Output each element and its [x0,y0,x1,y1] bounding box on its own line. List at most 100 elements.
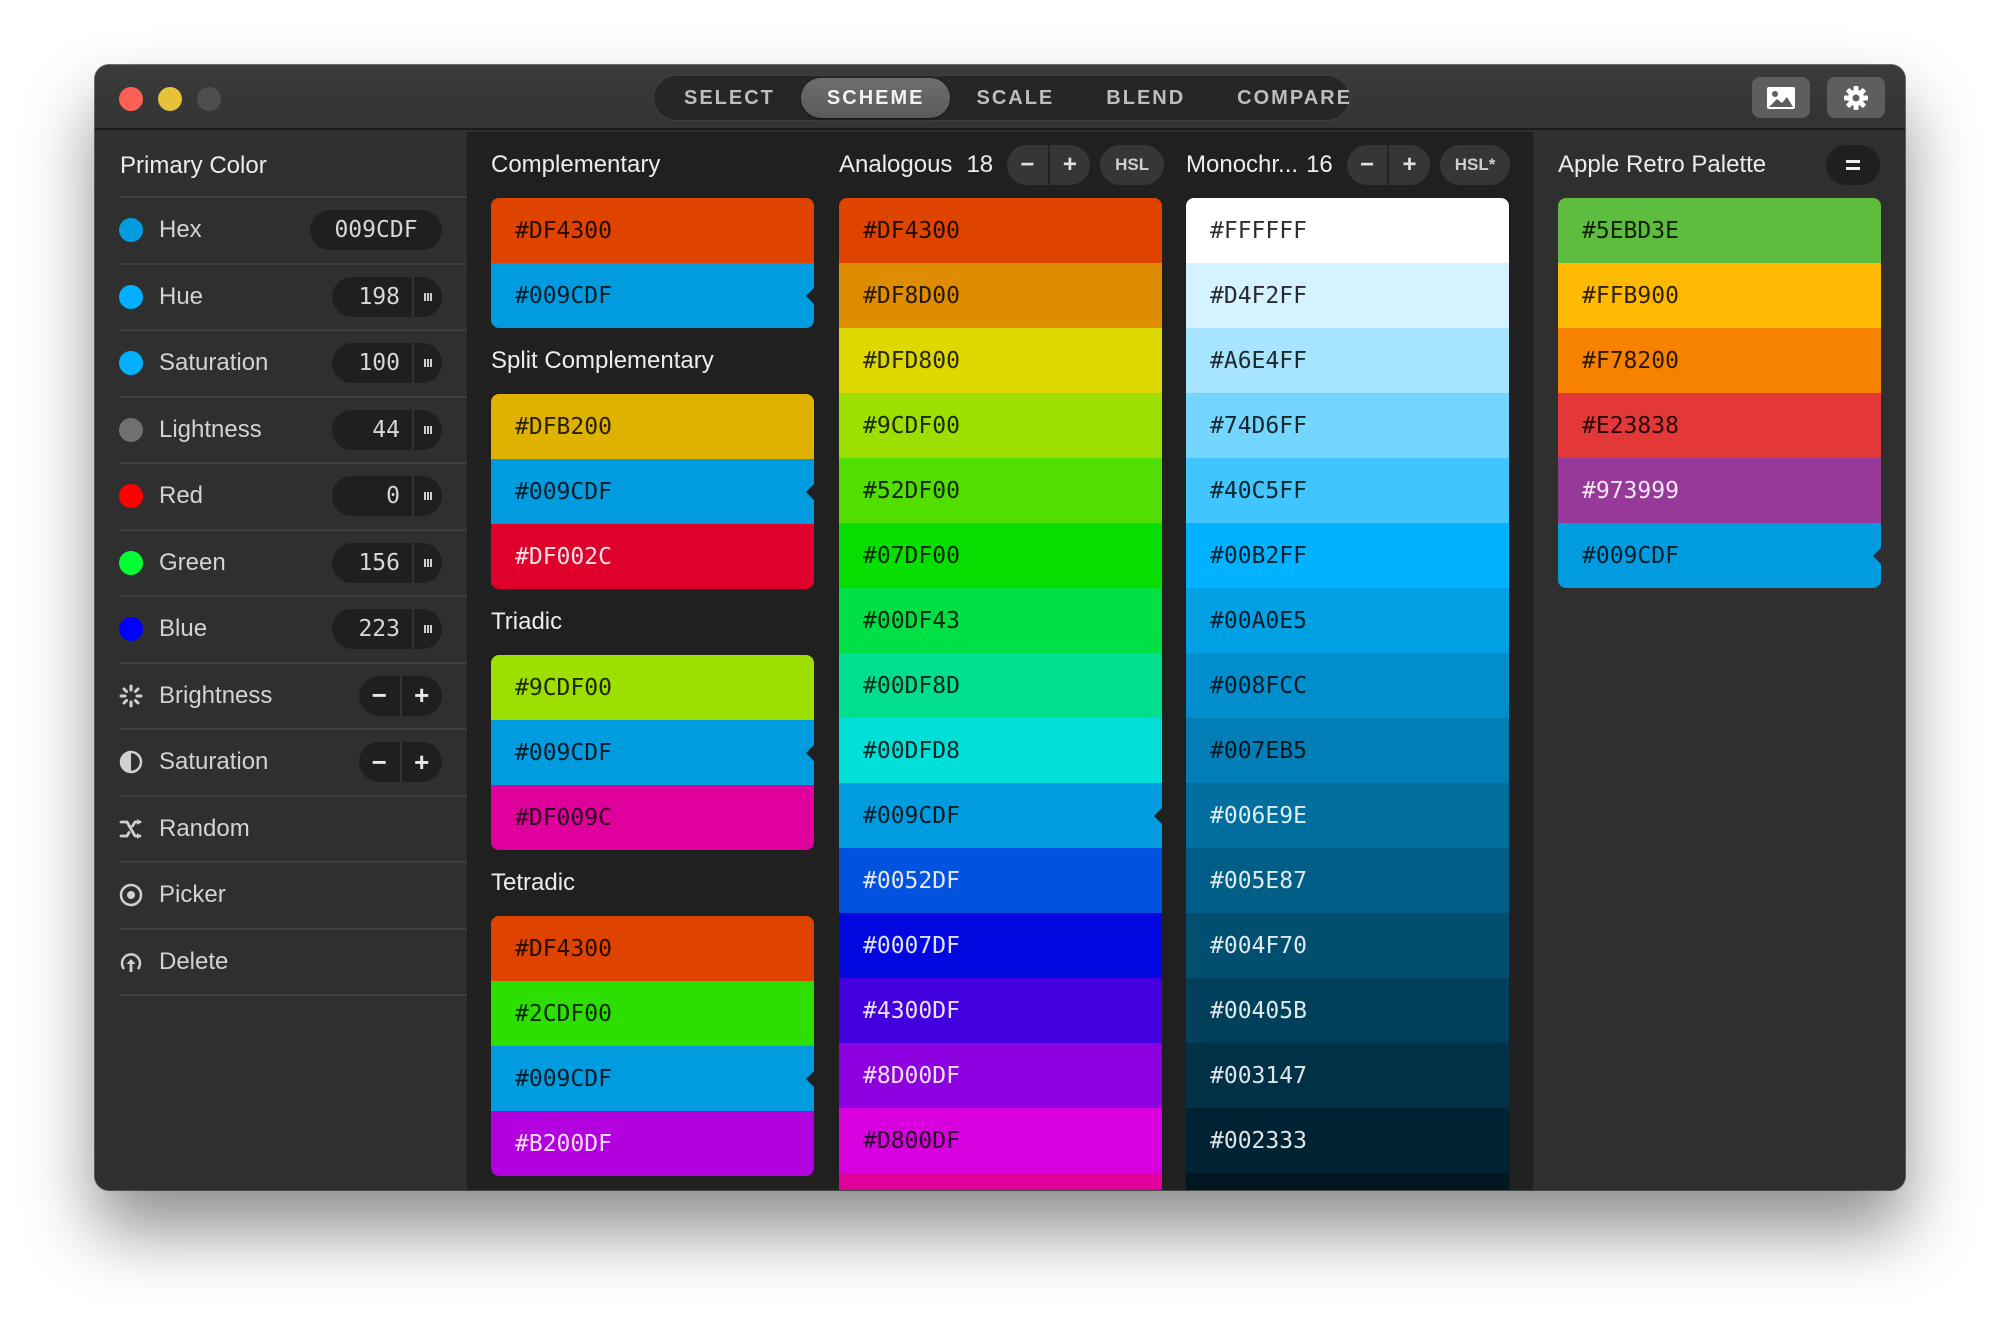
saturation-drag-handle[interactable] [414,343,442,383]
palette-swatch[interactable]: #009CDF [1558,523,1882,588]
hue-drag-handle[interactable] [414,277,442,317]
close-window-button[interactable] [119,87,143,111]
swatch-hex-label: #008FCC [1210,672,1307,699]
swatch-hex-label: #003147 [1210,1062,1307,1089]
monochromatic-swatch[interactable]: #00B2FF [1186,523,1509,588]
monochromatic-swatch[interactable]: #00A0E5 [1186,588,1509,653]
analogous-swatch[interactable]: #DFD800 [839,328,1162,393]
red-drag-handle[interactable] [414,476,442,516]
tetradic-swatch[interactable]: #DF4300 [491,916,814,981]
monochromatic-decrement-button[interactable]: − [1347,145,1388,185]
analogous-swatch[interactable]: #4300DF [839,978,1162,1043]
analogous-swatch[interactable]: #9CDF00 [839,393,1162,458]
tetradic-swatch[interactable]: #B200DF [491,1111,814,1176]
zoom-window-button[interactable] [197,87,221,111]
complementary-swatch[interactable]: #DF4300 [491,198,814,263]
split-complementary-swatch[interactable]: #DFB200 [491,394,814,459]
monochromatic-swatch[interactable]: #D4F2FF [1186,263,1509,328]
tab-select[interactable]: SELECT [658,78,801,118]
analogous-decrement-button[interactable]: − [1007,145,1048,185]
delete-action[interactable]: Delete [119,930,467,996]
swatch-hex-label: #5EBD3E [1582,217,1679,244]
monochromatic-swatch[interactable]: #002333 [1186,1108,1509,1173]
hex-color-dot [119,218,143,243]
minimize-window-button[interactable] [158,87,182,111]
lightness-label: Lightness [159,415,262,443]
saturation-input[interactable]: 100 [332,343,414,383]
swatch-hex-label: #DF4300 [863,217,960,244]
analogous-swatch[interactable]: #00DF43 [839,588,1162,653]
hex-label: Hex [159,216,202,244]
monochromatic-swatch[interactable]: #74D6FF [1186,393,1509,458]
green-drag-handle[interactable] [414,543,442,583]
monochromatic-mode-button[interactable]: HSL* [1439,145,1511,185]
hex-input[interactable]: 009CDF [310,210,442,250]
analogous-swatch[interactable]: #00DFD8 [839,718,1162,783]
palette-swatch[interactable]: #FFB900 [1558,263,1881,328]
palette-swatch[interactable]: #E23838 [1558,393,1881,458]
monochromatic-swatch[interactable] [1186,1173,1509,1190]
settings-button[interactable] [1827,77,1885,118]
tab-compare[interactable]: COMPARE [1211,78,1378,118]
analogous-swatch[interactable]: #00DF8D [839,653,1162,718]
monochromatic-swatch[interactable]: #A6E4FF [1186,328,1509,393]
brightness-icon [119,684,143,708]
monochromatic-swatch[interactable]: #003147 [1186,1043,1509,1108]
monochromatic-swatch[interactable]: #007EB5 [1186,718,1509,783]
tab-scheme[interactable]: SCHEME [800,78,951,118]
analogous-swatch[interactable]: #52DF00 [839,458,1162,523]
monochromatic-swatch[interactable]: #006E9E [1186,783,1509,848]
analogous-swatch[interactable]: #009CDF [839,783,1163,848]
analogous-swatch[interactable]: #07DF00 [839,523,1162,588]
triadic-swatch[interactable]: #9CDF00 [491,655,814,720]
tab-blend[interactable]: BLEND [1080,78,1211,118]
lightness-input[interactable]: 44 [332,409,414,450]
monochromatic-swatch[interactable]: #00405B [1186,978,1509,1043]
monochromatic-swatch[interactable]: #008FCC [1186,653,1509,718]
random-action[interactable]: Random [119,797,467,863]
monochromatic-swatch[interactable]: #005E87 [1186,848,1509,913]
random-label: Random [159,814,250,842]
red-input[interactable]: 0 [332,476,414,516]
analogous-swatch[interactable] [839,1173,1162,1190]
image-button[interactable] [1752,77,1810,118]
tab-scale[interactable]: SCALE [950,78,1080,118]
swatch-hex-label: #52DF00 [863,477,960,504]
analogous-swatch[interactable]: #0052DF [839,848,1162,913]
triadic-swatch[interactable]: #009CDF [491,720,815,785]
triadic-swatch[interactable]: #DF009C [491,785,814,850]
tetradic-swatch[interactable]: #2CDF00 [491,981,814,1046]
tetradic-swatch[interactable]: #009CDF [491,1046,815,1111]
analogous-increment-button[interactable]: + [1047,145,1091,185]
analogous-swatch[interactable]: #DF4300 [839,198,1162,263]
split-complementary-swatch[interactable]: #DF002C [491,524,814,589]
analogous-mode-button[interactable]: HSL [1100,145,1165,185]
lightness-drag-handle[interactable] [414,410,442,450]
analogous-swatch[interactable]: #D800DF [839,1108,1162,1173]
saturation-adjust-increase-button[interactable]: + [399,742,443,782]
monochromatic-increment-button[interactable]: + [1387,145,1430,185]
monochromatic-swatch[interactable]: #004F70 [1186,913,1509,978]
brightness-adjust-decrease-button[interactable]: − [359,676,400,716]
analogous-swatch[interactable]: #8D00DF [839,1043,1162,1108]
picker-action[interactable]: Picker [119,863,467,930]
monochromatic-column: Monochr... 16 − + HSL* #FFFFFF #D4F2FF #A6… [1186,132,1511,1190]
saturation-adjust-decrease-button[interactable]: − [359,742,400,782]
triadic-swatches: #9CDF00 #009CDF #DF009C [491,655,815,850]
hue-input[interactable]: 198 [332,276,414,317]
brightness-adjust-increase-button[interactable]: + [399,675,443,716]
palette-swatch[interactable]: #F78200 [1558,328,1881,393]
palette-swatch[interactable]: #973999 [1558,458,1881,523]
complementary-swatch[interactable]: #009CDF [491,263,815,328]
blue-drag-handle[interactable] [414,609,442,649]
blue-input[interactable]: 223 [332,609,414,649]
analogous-swatch[interactable]: #DF8D00 [839,263,1162,328]
analogous-swatch[interactable]: #0007DF [839,913,1162,978]
palette-menu-button[interactable] [1826,145,1880,185]
palette-swatch[interactable]: #5EBD3E [1558,198,1881,263]
split-complementary-swatch[interactable]: #009CDF [491,459,815,524]
swatch-hex-label: #007EB5 [1210,737,1307,764]
monochromatic-swatch[interactable]: #40C5FF [1186,458,1509,523]
green-input[interactable]: 156 [332,542,414,583]
monochromatic-swatch[interactable]: #FFFFFF [1186,198,1509,263]
